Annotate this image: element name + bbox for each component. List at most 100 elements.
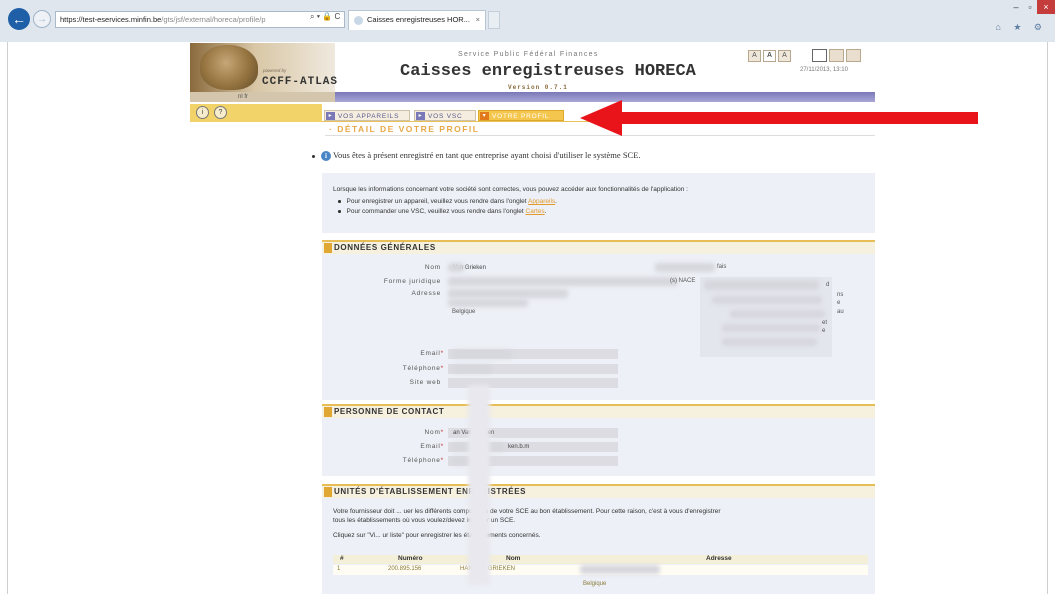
label-site-web: Site web	[409, 379, 441, 386]
redacted-block	[452, 350, 512, 358]
column-header-index: #	[340, 555, 344, 562]
nace-fragment: au	[837, 309, 844, 315]
header-date: 27/11/2013, 13:10	[800, 67, 848, 73]
establishments-section: UNITÉS D'ÉTABLISSEMENT ENREGISTRÉES	[322, 484, 875, 594]
layout-3-icon[interactable]	[846, 49, 861, 62]
layout-1-icon[interactable]	[812, 49, 827, 62]
redacted-block	[730, 310, 825, 318]
redacted-block	[448, 263, 464, 272]
logo-text: CCFF-ATLAS	[262, 76, 339, 88]
info-line-appareils: Pour enregistrer un appareil, veuillez v…	[338, 198, 557, 205]
tab-vos-appareils[interactable]: ▸ VOS APPAREILS	[324, 110, 410, 121]
establishments-text-1: Votre fournisseur doit ... uer les diffé…	[333, 508, 721, 515]
forward-arrow-icon[interactable]: →	[33, 10, 51, 28]
value-nom: Van Grieken	[453, 265, 486, 271]
label-contact-email-text: Email	[420, 443, 441, 450]
label-email: Email*	[380, 350, 444, 357]
redacted-block	[448, 289, 568, 298]
powered-by-label: powered by	[263, 68, 287, 73]
label-email-text: Email	[420, 350, 441, 357]
redacted-block	[722, 338, 817, 346]
redacted-block	[712, 296, 822, 304]
value-right-fragment: fais	[717, 264, 727, 270]
section-arrow-icon	[324, 407, 332, 417]
minimize-button[interactable]: –	[1009, 0, 1023, 14]
registration-message-text: Vous êtes à présent enregistré en tant q…	[333, 150, 641, 160]
favicon-icon	[354, 16, 363, 25]
cell-numero[interactable]: 200.895.156	[388, 566, 421, 572]
layout-2-icon[interactable]	[829, 49, 844, 62]
font-medium-button[interactable]: A	[763, 50, 776, 62]
browser-chrome: ← → https://test-eservices.minfin.be/gts…	[0, 0, 1055, 42]
window-controls: – ▫ ×	[1009, 0, 1055, 16]
arrow-shaft	[618, 112, 978, 124]
address-bar-icons[interactable]: ⌕ ▾ 🔒 C	[310, 12, 340, 22]
value-country: Belgique	[452, 309, 476, 315]
tab-votre-profil[interactable]: ▾ VOTRE PROFIL	[478, 110, 564, 121]
cell-adresse: Belgique	[583, 581, 607, 587]
font-small-button[interactable]: A	[748, 50, 761, 62]
tab-label: VOS APPAREILS	[338, 113, 400, 120]
window-close-button[interactable]: ×	[1037, 0, 1055, 14]
nace-fragment: e	[822, 328, 826, 334]
redacted-block	[580, 565, 660, 574]
language-bar[interactable]: nl fr	[190, 92, 335, 102]
redacted-block	[448, 277, 678, 286]
column-header-numero: Numéro	[398, 555, 423, 562]
browser-tab[interactable]: Caisses enregistreuses HOR... ×	[348, 10, 486, 30]
value-nace: (s) NACE	[670, 278, 696, 284]
column-header-nom: Nom	[506, 555, 521, 562]
establishments-text-3: Cliquez sur "Vi... ur liste" pour enregi…	[333, 532, 541, 539]
section-title: PERSONNE DE CONTACT	[334, 407, 445, 416]
font-large-button[interactable]: A	[778, 50, 791, 62]
info-line-cartes: Pour commander une VSC, veuillez vous re…	[338, 208, 546, 215]
registration-message: i Vous êtes à présent enregistré en tant …	[312, 150, 641, 162]
arrow-head	[580, 100, 622, 136]
tab-close-icon[interactable]: ×	[476, 11, 480, 29]
page-border-left	[7, 42, 8, 594]
bullet	[338, 210, 341, 213]
tab-vos-vsc[interactable]: ▸ VOS VSC	[414, 110, 476, 121]
info-line-end: .	[555, 198, 557, 205]
tab-arrow-icon: ▸	[326, 112, 335, 120]
nace-fragment: e	[837, 300, 841, 306]
section-arrow-icon	[324, 487, 332, 497]
required-mark: *	[440, 443, 444, 450]
cell-index: 1	[337, 566, 341, 572]
maximize-button[interactable]: ▫	[1023, 0, 1037, 14]
new-tab-button[interactable]	[488, 11, 500, 29]
label-contact-email: Email*	[380, 443, 444, 450]
layout-controls	[812, 49, 861, 62]
section-title: UNITÉS D'ÉTABLISSEMENT ENREGISTRÉES	[334, 487, 527, 496]
label-contact-telephone-text: Téléphone	[402, 457, 441, 464]
contact-email-value: ken.b.m	[508, 444, 530, 450]
red-arrow-annotation	[580, 100, 978, 136]
redacted-block	[722, 324, 820, 332]
service-label: Service Public Fédéral Finances	[458, 51, 599, 58]
column-header-adresse: Adresse	[706, 555, 732, 562]
section-heading: · DÉTAIL DE VOTRE PROFIL	[329, 124, 480, 134]
section-arrow-icon	[324, 243, 332, 253]
label-nom: Nom	[424, 264, 441, 271]
link-cartes[interactable]: Cartes	[526, 208, 545, 215]
redacted-block	[704, 280, 819, 290]
home-favorites-settings-icons[interactable]: ⌂ ★ ⚙	[995, 22, 1047, 33]
label-contact-nom-text: Nom	[424, 429, 441, 436]
redacted-block	[452, 365, 492, 373]
left-toolbar	[190, 104, 322, 122]
label-telephone-text: Téléphone	[402, 365, 441, 372]
help-circle-icon[interactable]: ?	[214, 106, 227, 119]
link-appareils[interactable]: Appareils	[528, 198, 555, 205]
info-intro: Lorsque les informations concernant votr…	[333, 186, 688, 193]
section-header: UNITÉS D'ÉTABLISSEMENT ENREGISTRÉES	[322, 484, 875, 498]
nace-fragment: ns	[837, 292, 844, 298]
section-header: DONNÉES GÉNÉRALES	[322, 240, 875, 254]
info-circle-icon[interactable]: i	[196, 106, 209, 119]
url-path: /gts/jsf/external/horeca/profile/p	[161, 15, 266, 24]
info-line-text: Pour commander une VSC, veuillez vous re…	[346, 208, 526, 215]
back-arrow-icon[interactable]: ←	[8, 8, 30, 30]
atlas-statue-image	[200, 45, 258, 90]
required-mark: *	[440, 350, 444, 357]
address-bar[interactable]: https://test-eservices.minfin.be/gts/jsf…	[55, 11, 345, 28]
redacted-block	[448, 299, 528, 307]
